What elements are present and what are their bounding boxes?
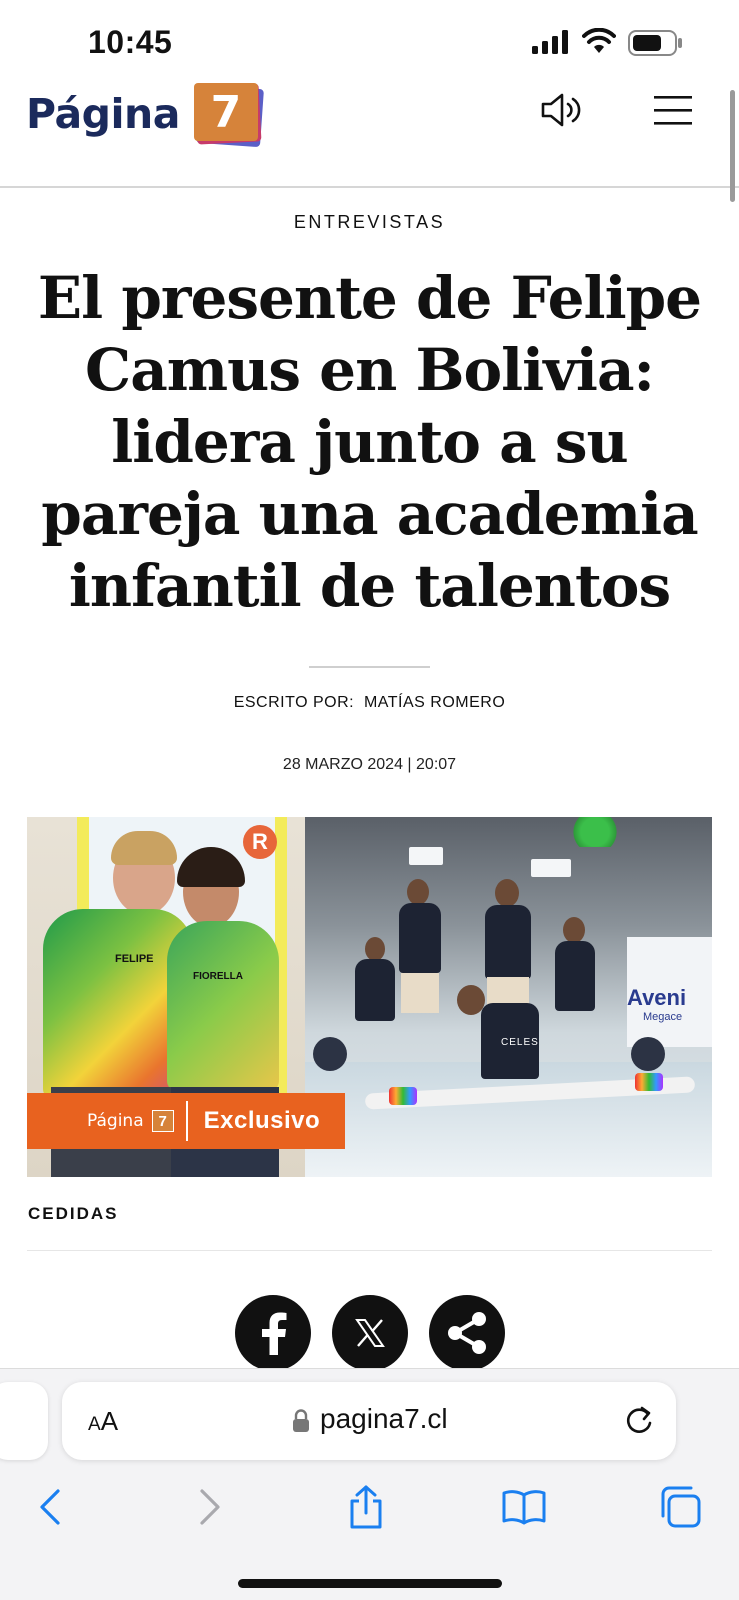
shirt-text-right: FIORELLA: [193, 971, 243, 982]
article-hero-image[interactable]: R FELIPE FIORELLA Aveni Megace CELES Pág…: [27, 817, 712, 1177]
kid-shirt-text: CELES: [501, 1037, 539, 1048]
byline-label: ESCRITO POR:: [233, 694, 355, 711]
back-chevron-icon: [40, 1489, 60, 1525]
reader-settings-button[interactable]: AA: [88, 1406, 118, 1437]
share-sheet-icon: [350, 1485, 382, 1529]
speaker-icon[interactable]: [540, 90, 584, 130]
address-bar[interactable]: AA pagina7.cl: [62, 1382, 676, 1460]
browser-toolbar: AA pagina7.cl: [0, 1368, 739, 1600]
shirt-text-left: FELIPE: [115, 953, 154, 965]
logo-number: 7: [193, 83, 258, 141]
status-time: 10:45: [88, 24, 173, 60]
event-sign-subtext: Megace: [643, 1011, 683, 1023]
balloons: [563, 817, 627, 847]
exclusive-banner: Página 7 Exclusivo: [27, 1093, 345, 1149]
back-button[interactable]: [20, 1477, 80, 1537]
x-icon: [355, 1319, 385, 1347]
site-header: Página 7: [0, 78, 739, 188]
share-row: [235, 1295, 505, 1371]
status-bar: 10:45: [0, 0, 739, 80]
logo-badge: 7: [193, 83, 264, 148]
tabs-button[interactable]: [650, 1477, 710, 1537]
banner-brand: Página: [87, 1111, 144, 1131]
site-logo[interactable]: Página 7: [26, 80, 264, 148]
bookmarks-book-icon: [502, 1490, 546, 1525]
bookmarks-button[interactable]: [494, 1477, 554, 1537]
lock-icon: [293, 1409, 309, 1432]
reload-icon[interactable]: [622, 1404, 656, 1438]
browser-nav-row: [0, 1477, 739, 1547]
caption-divider: [27, 1250, 712, 1251]
share-generic-button[interactable]: [429, 1295, 505, 1371]
forward-button[interactable]: [180, 1477, 240, 1537]
event-sign-text: Aveni: [627, 985, 687, 1010]
logo-wordmark: Página: [26, 90, 180, 138]
cellular-signal-icon: [532, 30, 568, 54]
share-sheet-button[interactable]: [336, 1477, 396, 1537]
banner-exclusive-label: Exclusivo: [203, 1107, 321, 1134]
share-facebook-button[interactable]: [235, 1295, 311, 1371]
screen: 10:45 Página 7 ENTREVISTAS El presente d…: [0, 0, 739, 1600]
forward-chevron-icon: [200, 1489, 220, 1525]
article-category[interactable]: ENTREVISTAS: [0, 212, 739, 233]
article-date: 28 MARZO 2024 | 20:07: [282, 756, 457, 773]
page-scrollbar[interactable]: [730, 90, 735, 202]
previous-tab-peek[interactable]: [0, 1382, 48, 1460]
tabs-overview-icon: [661, 1486, 701, 1528]
article-byline: ESCRITO POR: MATÍAS ROMERO: [0, 694, 739, 712]
battery-icon: [628, 30, 682, 56]
tv-channel-logo: R: [243, 825, 277, 859]
wifi-icon: [582, 28, 616, 53]
hamburger-menu-icon[interactable]: [654, 94, 694, 126]
image-caption: CEDIDAS: [28, 1204, 119, 1223]
share-icon: [448, 1312, 486, 1354]
url-text[interactable]: pagina7.cl: [320, 1403, 448, 1435]
share-x-button[interactable]: [332, 1295, 408, 1371]
headline-divider: [309, 666, 430, 668]
article-headline: El presente de Felipe Camus en Bolivia: …: [37, 264, 702, 620]
home-indicator[interactable]: [238, 1579, 502, 1588]
banner-number: 7: [151, 1110, 174, 1132]
hero-right-photo: Aveni Megace CELES: [305, 817, 712, 1177]
facebook-icon: [262, 1312, 287, 1355]
byline-author[interactable]: MATÍAS ROMERO: [364, 694, 505, 711]
